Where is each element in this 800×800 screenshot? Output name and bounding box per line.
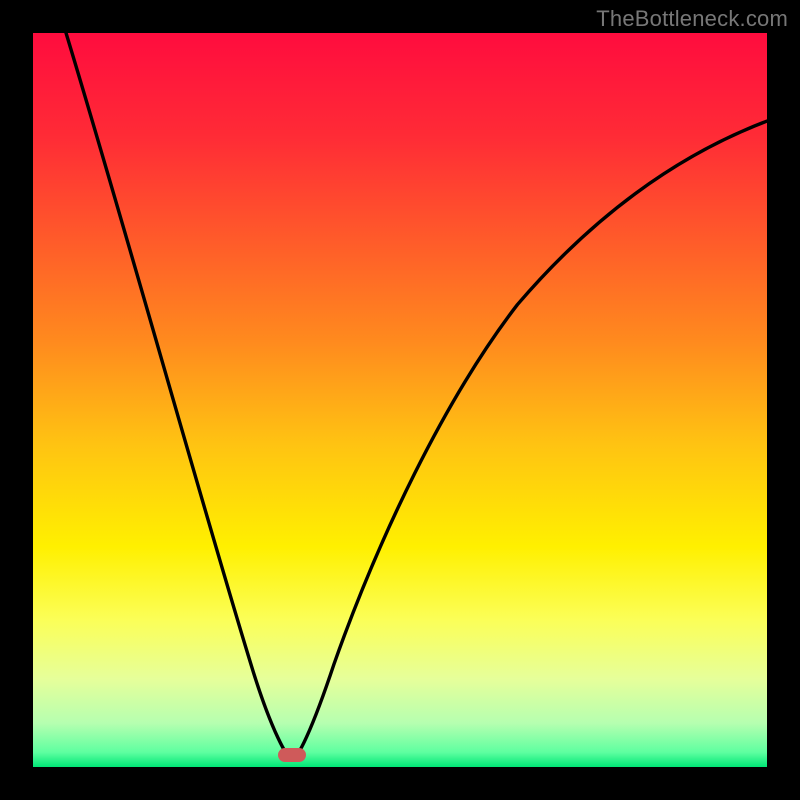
watermark-text: TheBottleneck.com — [596, 6, 788, 32]
bottleneck-curve — [66, 33, 767, 760]
curve-layer — [33, 33, 767, 767]
optimum-marker — [278, 748, 306, 762]
chart-frame: TheBottleneck.com — [0, 0, 800, 800]
plot-area — [33, 33, 767, 767]
